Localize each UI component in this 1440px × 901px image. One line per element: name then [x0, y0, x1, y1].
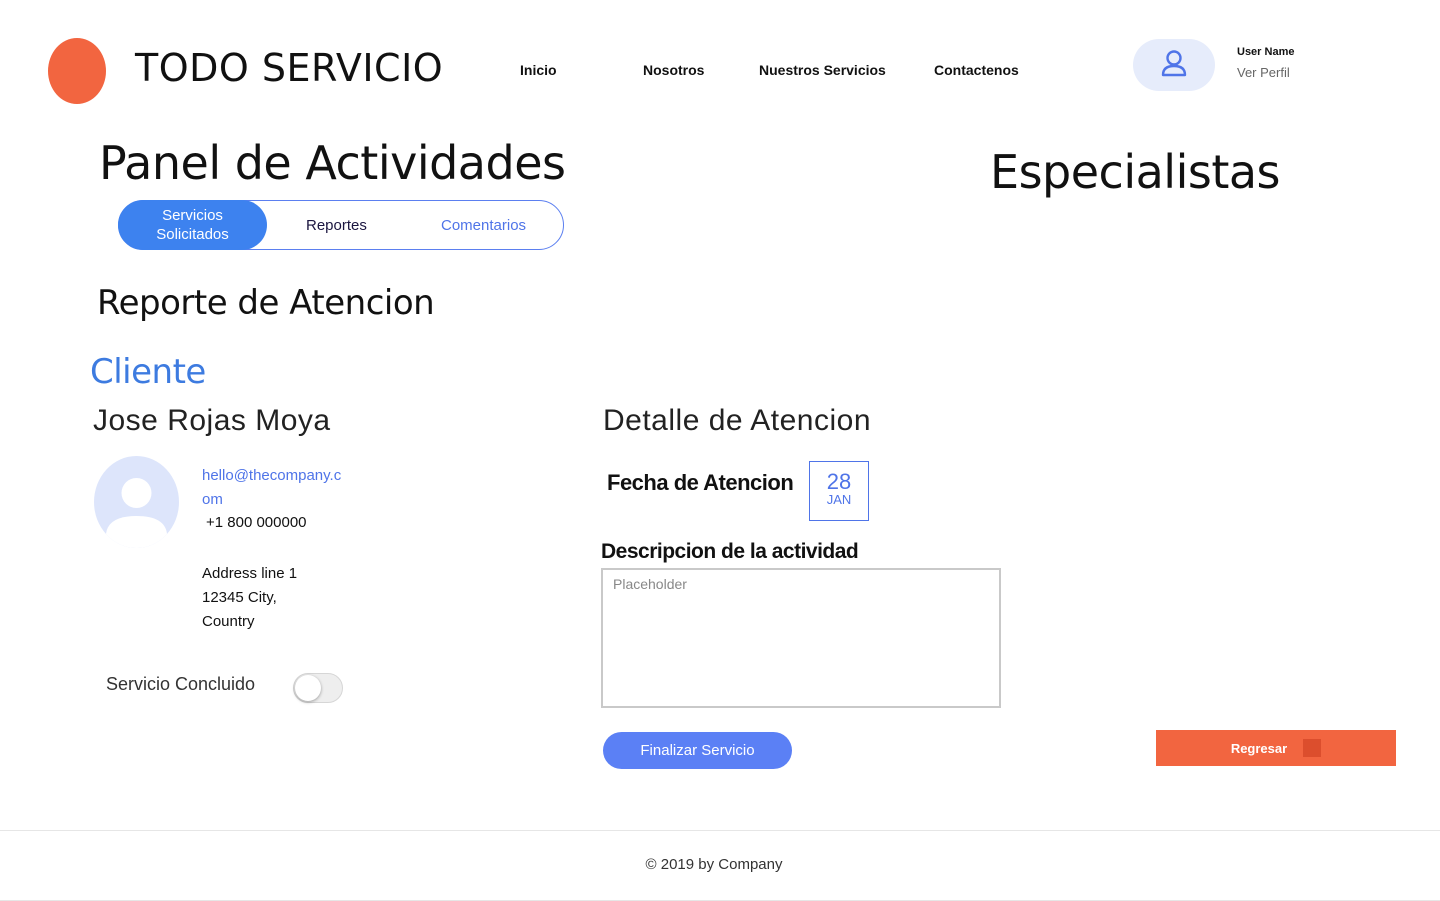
client-name: Jose Rojas Moya — [93, 404, 331, 437]
tab-comentarios[interactable]: Comentarios — [441, 217, 526, 234]
date-label: Fecha de Atencion — [607, 470, 794, 495]
address-line-3: Country — [202, 613, 255, 630]
description-input[interactable] — [601, 568, 1001, 708]
client-avatar-icon — [94, 456, 179, 548]
service-done-toggle[interactable] — [293, 673, 343, 703]
page-title: Panel de Actividades — [99, 136, 566, 190]
date-day: 28 — [826, 469, 852, 494]
address-line-1: Address line 1 — [202, 565, 298, 582]
especialistas-title: Especialistas — [990, 145, 1281, 199]
client-phone: +1 800 000000 — [206, 514, 307, 531]
back-button-label: Regresar — [1230, 740, 1288, 756]
finish-service-button[interactable]: Finalizar Servicio — [603, 732, 792, 769]
logo[interactable] — [48, 38, 106, 104]
nav-nuestros-servicios[interactable]: Nuestros Servicios — [759, 62, 886, 78]
user-name: User Name — [1237, 46, 1295, 58]
date-month: JAN — [826, 492, 852, 507]
back-button[interactable]: Regresar — [1156, 730, 1396, 766]
report-title: Reporte de Atencion — [97, 283, 435, 323]
brand-name: TODO SERVICIO — [135, 46, 444, 90]
nav-inicio[interactable]: Inicio — [520, 62, 557, 78]
tab-reportes[interactable]: Reportes — [306, 217, 367, 234]
service-done-label: Servicio Concluido — [106, 674, 256, 694]
date-picker[interactable]: 28 JAN — [809, 461, 869, 521]
tab-servicios-solicitados[interactable]: Servicios Solicitados — [118, 200, 267, 250]
client-address: Address line 1 12345 City, Country — [202, 562, 297, 634]
address-line-2: 12345 City, — [202, 589, 277, 606]
nav-nosotros[interactable]: Nosotros — [643, 62, 704, 78]
copyright: © 2019 by Company — [645, 856, 783, 873]
user-icon — [1159, 48, 1189, 83]
back-square-icon — [1303, 739, 1322, 757]
client-email-link[interactable]: hello@thecompany.com — [202, 464, 342, 512]
profile-avatar-button[interactable] — [1133, 39, 1215, 91]
client-heading: Cliente — [90, 352, 206, 392]
ver-perfil-link[interactable]: Ver Perfil — [1237, 65, 1290, 80]
nav-contactenos[interactable]: Contactenos — [934, 62, 1019, 78]
tab-label: Servicios Solicitados — [156, 207, 229, 243]
description-label: Descripcion de la actividad — [601, 540, 859, 563]
toggle-knob — [295, 675, 321, 701]
detail-title: Detalle de Atencion — [603, 404, 872, 437]
